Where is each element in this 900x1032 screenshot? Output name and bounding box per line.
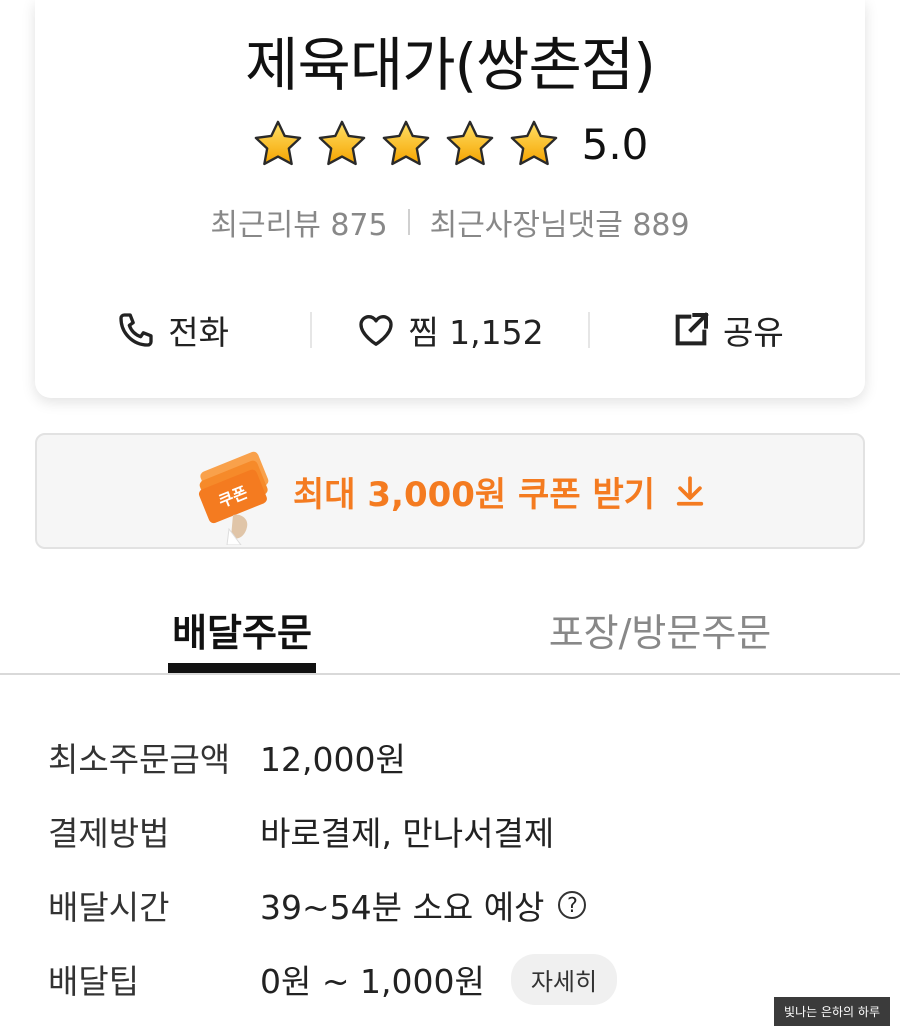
min-order-label: 최소주문금액	[48, 740, 231, 779]
delivery-tip-value-wrap: 0원 ~ 1,000원 자세히	[260, 953, 618, 1005]
tab-takeout-order[interactable]: 포장/방문주문	[540, 585, 780, 673]
owner-replies-link[interactable]: 최근사장님댓글 889	[430, 200, 690, 244]
payment-label: 결제방법	[48, 814, 170, 853]
share-icon	[675, 312, 709, 346]
rating-row: 5.0	[35, 118, 865, 170]
order-type-tabs: 배달주문 포장/방문주문	[0, 585, 900, 675]
call-label: 전화	[168, 313, 230, 352]
like-label: 찜 1,152	[408, 313, 544, 352]
star-icon	[382, 120, 429, 166]
store-info-card: 제육대가(쌍촌점) 5.0 최근리뷰 875 최근사장님댓글 889 전화 찜 …	[35, 0, 865, 398]
delivery-tip-detail-button[interactable]: 자세히	[510, 953, 618, 1005]
delivery-tip-value: 0원 ~ 1,000원	[260, 962, 485, 1001]
payment-value: 바로결제, 만나서결제	[260, 814, 555, 853]
share-label: 공유	[722, 313, 784, 352]
delivery-time-value: 39~54분 소요 예상	[260, 888, 545, 927]
review-summary: 최근리뷰 875 최근사장님댓글 889	[35, 200, 865, 244]
rating-value: 5.0	[581, 119, 649, 169]
help-icon[interactable]: ?	[558, 891, 587, 919]
call-button[interactable]: 전화	[35, 306, 310, 354]
coupon-download-banner[interactable]: 쿠폰 최대 3,000원 쿠폰 받기	[35, 433, 865, 549]
delivery-info-section: 최소주문금액 12,000원 결제방법 바로결제, 만나서결제 배달시간 39~…	[48, 720, 868, 1016]
payment-row: 결제방법 바로결제, 만나서결제	[48, 794, 868, 868]
star-icon	[318, 120, 365, 166]
coupon-icon: 쿠폰	[198, 451, 269, 545]
download-arrow-icon	[676, 476, 704, 506]
min-order-value: 12,000원	[260, 740, 406, 779]
like-button[interactable]: 찜 1,152	[312, 306, 587, 354]
watermark: 빛나는 은하의 하루	[774, 997, 890, 1026]
star-icon	[446, 120, 493, 166]
store-name: 제육대가(쌍촌점)	[245, 31, 656, 99]
heart-icon	[359, 315, 393, 346]
active-tab-indicator	[168, 663, 316, 673]
delivery-time-row: 배달시간 39~54분 소요 예상 ?	[48, 868, 868, 942]
coupon-label: 최대 3,000원 쿠폰 받기	[292, 474, 655, 515]
action-row: 전화 찜 1,152 공유	[35, 300, 865, 360]
star-icon	[254, 120, 301, 166]
tab-delivery-order[interactable]: 배달주문	[168, 585, 316, 673]
share-button[interactable]: 공유	[590, 306, 865, 354]
delivery-time-value-wrap: 39~54분 소요 예상 ?	[260, 881, 587, 929]
phone-icon	[119, 313, 153, 347]
delivery-tip-row: 배달팁 0원 ~ 1,000원 자세히	[48, 942, 868, 1016]
min-order-row: 최소주문금액 12,000원	[48, 720, 868, 794]
tabs-divider	[0, 673, 900, 675]
star-icon	[510, 120, 557, 166]
review-divider	[407, 209, 410, 235]
delivery-time-label: 배달시간	[48, 888, 170, 927]
delivery-tip-label: 배달팁	[48, 962, 140, 1001]
recent-reviews-link[interactable]: 최근리뷰 875	[210, 200, 387, 244]
